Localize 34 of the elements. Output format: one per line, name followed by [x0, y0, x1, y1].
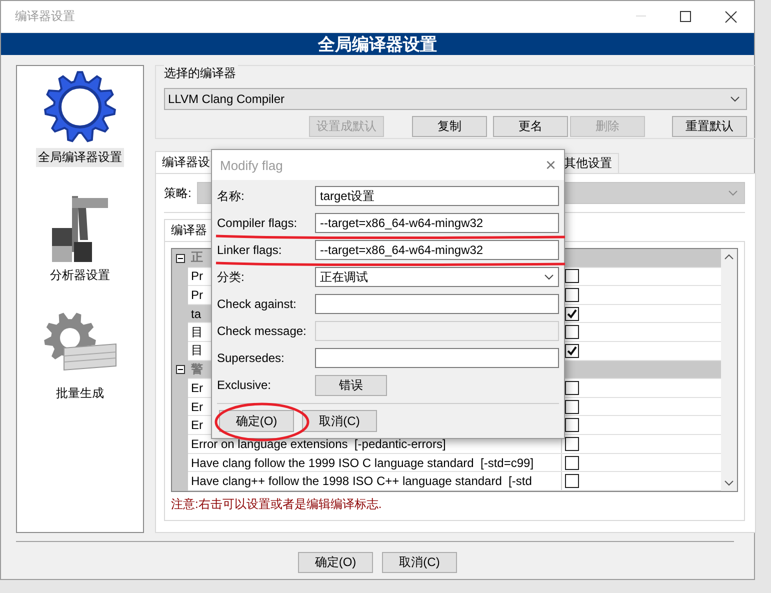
tab[interactable]: 编译器: [164, 219, 214, 241]
banner-title: 全局编译器设置: [1, 33, 754, 55]
input-field[interactable]: target设置: [315, 186, 559, 206]
field-label: Supersedes:: [217, 351, 286, 365]
compiler-dropdown[interactable]: LLVM Clang Compiler: [164, 88, 747, 110]
ok-button[interactable]: 确定(O): [298, 552, 373, 573]
action-button[interactable]: 复制: [412, 116, 487, 137]
field-label: Exclusive:: [217, 378, 272, 392]
sidebar-item[interactable]: 分析器设置: [48, 266, 112, 285]
sidebar-item[interactable]: 全局编译器设置: [36, 148, 124, 167]
field-label: 分类:: [217, 268, 246, 286]
ok-button[interactable]: 确定(O): [219, 410, 294, 432]
field-label: Linker flags:: [217, 243, 283, 257]
flag-row[interactable]: Have clang++ follow the 1998 ISO C++ language standard [-std: [188, 472, 562, 490]
exclusive-button[interactable]: 错误: [315, 374, 387, 396]
action-button[interactable]: 更名: [493, 116, 568, 137]
input-field[interactable]: --target=x86_64-w64-mingw32: [315, 213, 559, 233]
window-title: 编译器设置: [15, 8, 76, 25]
sidebar-item[interactable]: 批量生成: [54, 384, 106, 403]
policy-label: 策略:: [164, 184, 192, 202]
field-label: Check message:: [217, 324, 308, 338]
hint-text: 注意:右击可以设置或者是编辑编译标志.: [171, 496, 383, 513]
close-icon[interactable]: ×: [545, 156, 556, 174]
field-label: Compiler flags:: [217, 216, 298, 230]
group-title: 选择的编译器: [164, 65, 238, 82]
field-label: Check against:: [217, 297, 298, 311]
action-button[interactable]: 重置默认: [672, 116, 747, 137]
input-field[interactable]: --target=x86_64-w64-mingw32: [315, 240, 559, 260]
category-dropdown[interactable]: 正在调试: [315, 267, 559, 287]
dialog-title: Modify flag: [220, 158, 283, 172]
cancel-button[interactable]: 取消(C): [302, 410, 377, 432]
flag-row[interactable]: Have clang follow the 1999 ISO C language standard [-std=c99]: [188, 454, 562, 472]
field-label: 名称:: [217, 188, 246, 204]
cancel-button[interactable]: 取消(C): [382, 552, 457, 573]
